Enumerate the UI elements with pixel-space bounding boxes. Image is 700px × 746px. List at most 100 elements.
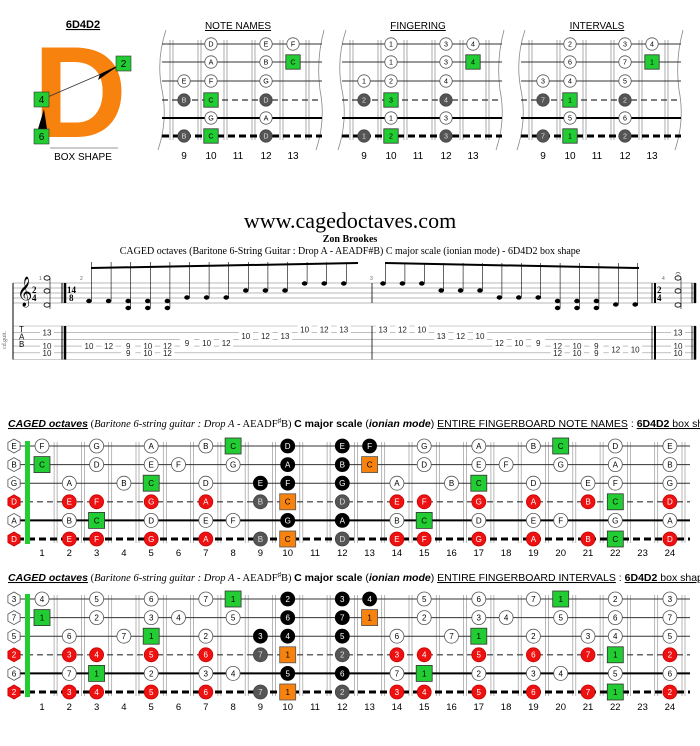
note-label: 5 [422, 595, 427, 604]
note-marker: 4 [89, 647, 104, 663]
note-marker: D [416, 457, 432, 473]
tab-event: 13 [434, 263, 449, 341]
note-label: A [476, 442, 482, 451]
note-label: E [667, 442, 673, 451]
note-label: 7 [258, 651, 263, 660]
title-shape: 6D4D2 [637, 418, 670, 430]
note-label: 7 [541, 97, 545, 105]
open-string-marker: 2 [7, 647, 21, 663]
note-label: B [121, 479, 126, 488]
note-label: 1 [367, 614, 372, 623]
note-marker: 2 [662, 684, 678, 700]
note-label: 2 [149, 669, 154, 678]
note-marker: 6 [198, 684, 214, 700]
half-note-head [43, 288, 51, 294]
note-label: 7 [623, 59, 627, 67]
note-marker: 1 [562, 128, 578, 144]
note-marker: 7 [389, 666, 405, 681]
note-head [399, 281, 406, 286]
note-label: 6 [12, 669, 17, 678]
note-marker: 4 [563, 74, 577, 88]
title-board-kind: ENTIRE FINGERBOARD NOTE NAMES [437, 418, 628, 430]
tab-fret-number: 10 [43, 349, 52, 358]
tab-event: 13 [376, 263, 390, 334]
mini-board-title: FINGERING [390, 21, 446, 32]
note-label: C [208, 133, 213, 141]
note-label: 2 [12, 688, 17, 697]
fret-number: 24 [665, 702, 676, 713]
fret-number: 10 [282, 702, 293, 713]
note-label: 7 [586, 688, 591, 697]
note-label: 4 [422, 688, 427, 697]
note-marker: F [171, 457, 186, 473]
tab-event: 1010 [570, 263, 584, 358]
note-label: 3 [541, 78, 545, 86]
note-label: 2 [623, 97, 627, 105]
board-edge [157, 29, 167, 151]
note-marker: F [34, 438, 50, 454]
note-marker: 3 [61, 647, 77, 663]
note-label: E [476, 461, 482, 470]
tab-fret-number: 12 [456, 332, 465, 341]
note-label: F [94, 498, 99, 507]
note-label: B [449, 479, 454, 488]
note-label: 2 [568, 41, 572, 49]
note-marker: 7 [536, 93, 550, 107]
note-head [457, 288, 464, 293]
note-label: 3 [623, 41, 627, 49]
note-label: C [367, 461, 373, 470]
note-label: 7 [340, 614, 345, 623]
fret-number: 23 [637, 702, 648, 713]
note-label: 7 [258, 688, 263, 697]
note-label: 7 [541, 133, 545, 141]
note-label: E [531, 516, 537, 525]
note-label: G [476, 498, 482, 507]
note-label: F [291, 41, 296, 49]
note-label: 1 [285, 688, 290, 697]
note-marker: 7 [334, 610, 350, 625]
note-marker: 1 [88, 665, 105, 682]
note-marker: 3 [536, 74, 550, 88]
fret-number: 10 [564, 151, 576, 162]
fret-number: 13 [287, 151, 299, 162]
note-label: 4 [444, 97, 448, 105]
note-marker: B [662, 457, 678, 473]
note-marker: A [389, 475, 405, 491]
tab-fret-number: 12 [320, 325, 329, 334]
fret-number: 22 [610, 702, 621, 713]
note-head [419, 281, 425, 286]
tab-fret-number: 12 [104, 342, 113, 351]
note-label: 1 [613, 688, 618, 697]
tab-fret-number: 9 [536, 339, 541, 348]
note-label: E [67, 498, 73, 507]
note-marker: 6 [526, 684, 541, 700]
note-marker: C [33, 456, 51, 474]
note-label: C [558, 442, 564, 451]
note-label: G [148, 535, 154, 544]
note-label: 5 [477, 688, 482, 697]
note-marker: A [607, 457, 623, 473]
open-string-marker: 7 [7, 610, 21, 626]
note-label: 6 [285, 614, 290, 623]
note-label: D [11, 535, 17, 544]
note-head [341, 281, 347, 286]
note-label: F [422, 535, 427, 544]
note-label: 3 [531, 669, 536, 678]
note-label: 4 [471, 41, 475, 49]
title-mode: ionian mode [369, 572, 431, 584]
note-marker: 2 [384, 74, 398, 88]
note-label: B [264, 59, 269, 67]
note-label: 5 [340, 632, 345, 641]
note-label: 5 [668, 632, 673, 641]
note-label: 4 [94, 651, 99, 660]
note-label: G [612, 516, 618, 525]
fret-number: 18 [501, 548, 512, 559]
note-label: F [94, 535, 99, 544]
note-marker: G [143, 531, 159, 547]
note-label: 3 [389, 97, 393, 105]
open-string-marker: A [7, 512, 21, 528]
note-marker: C [415, 512, 433, 529]
note-marker: G [471, 494, 487, 510]
note-marker: D [471, 513, 487, 528]
open-string-marker: 5 [7, 628, 21, 644]
